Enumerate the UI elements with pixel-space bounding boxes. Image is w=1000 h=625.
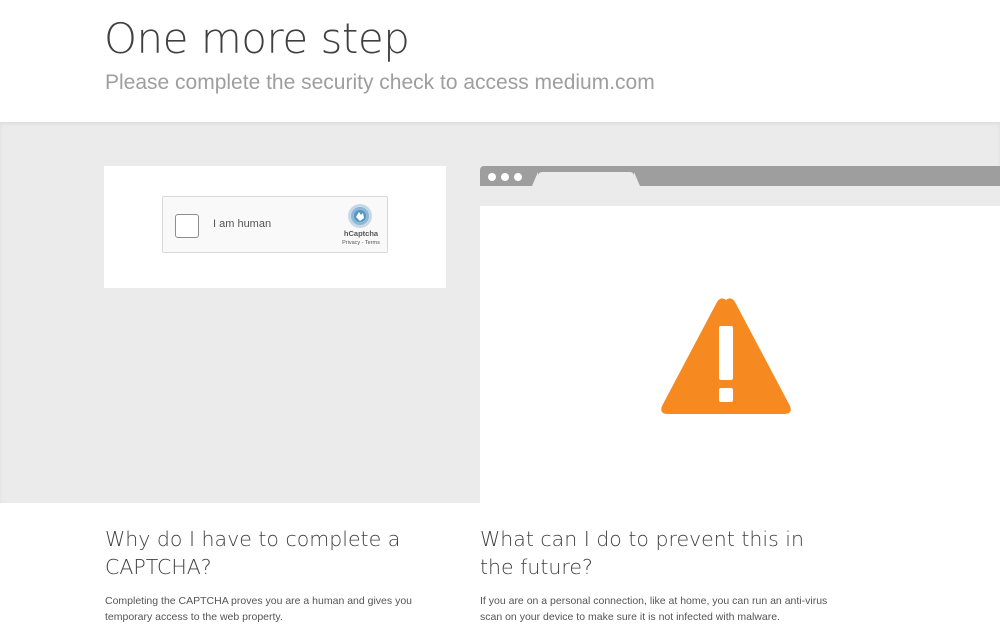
window-dot-icon	[514, 173, 522, 181]
hcaptcha-links: Privacy - Terms	[333, 240, 389, 246]
prevent-section: What can I do to prevent this in the fut…	[480, 525, 830, 625]
browser-toolbar	[480, 186, 1000, 206]
why-captcha-heading: Why do I have to complete a CAPTCHA?	[105, 527, 401, 579]
human-checkbox[interactable]	[175, 214, 199, 238]
privacy-link[interactable]: Privacy	[342, 240, 360, 246]
window-dot-icon	[501, 173, 509, 181]
hcaptcha-widget: I am human hCaptcha Privacy - Terms	[162, 196, 388, 253]
prevent-heading: What can I do to prevent this in the fut…	[480, 527, 804, 579]
window-dot-icon	[488, 173, 496, 181]
page-header: One more step Please complete the securi…	[0, 0, 1000, 122]
why-captcha-section: Why do I have to complete a CAPTCHA? Com…	[105, 525, 455, 625]
prevent-text: If you are on a personal connection, lik…	[480, 595, 828, 623]
hcaptcha-logo-icon	[348, 204, 372, 228]
page-subtitle: Please complete the security check to ac…	[105, 71, 655, 94]
hcaptcha-brand: hCaptcha	[343, 229, 379, 238]
why-captcha-text: Completing the CAPTCHA proves you are a …	[105, 595, 412, 623]
human-checkbox-label[interactable]: I am human	[213, 218, 271, 230]
warning-triangle-icon	[661, 298, 791, 414]
page-title: One more step	[104, 14, 410, 63]
browser-title-bar	[480, 166, 1000, 186]
browser-illustration	[480, 166, 1000, 503]
browser-tab	[532, 172, 640, 186]
browser-window	[480, 206, 1000, 503]
terms-link[interactable]: Terms	[365, 240, 380, 246]
captcha-card: I am human hCaptcha Privacy - Terms	[104, 166, 446, 288]
